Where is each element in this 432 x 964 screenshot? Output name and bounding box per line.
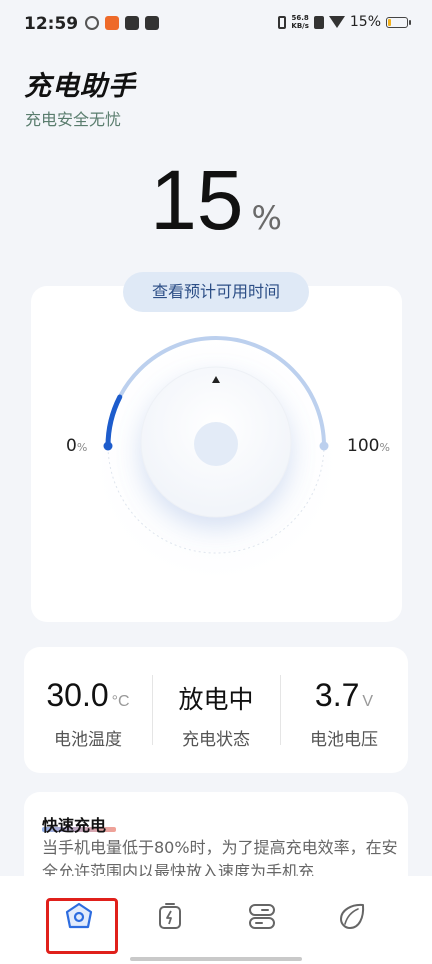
gesture-bar[interactable] <box>130 957 302 961</box>
nav-leaf[interactable] <box>332 896 372 936</box>
mail-icon <box>125 16 139 30</box>
nav-toggle[interactable] <box>242 896 282 936</box>
temperature-value: 30.0 °C <box>46 677 130 713</box>
battery-fill <box>388 18 391 26</box>
charge-icon <box>159 903 181 929</box>
stat-temperature: 30.0 °C 电池温度 <box>24 647 152 773</box>
leaf-icon <box>340 903 365 929</box>
charge-state-value: 放电中 <box>178 685 254 714</box>
sync-icon <box>85 16 99 30</box>
temperature-label: 电池温度 <box>54 730 122 750</box>
toggle-icon <box>249 904 275 929</box>
gauge-center <box>194 422 238 466</box>
page-subtitle: 充电安全无忧 <box>25 110 122 129</box>
gauge-min-label: 0% <box>66 436 88 456</box>
nav-charge[interactable] <box>150 896 190 936</box>
status-right: 56.8 KB/s 15% <box>278 14 411 30</box>
charge-state-label: 充电状态 <box>182 730 250 750</box>
store-icon <box>145 16 159 30</box>
stats-card: 30.0 °C 电池温度 放电中 充电状态 3.7 V 电池电压 <box>24 647 408 773</box>
battery-percent-text: 15% <box>349 14 381 30</box>
wifi-icon <box>328 16 345 28</box>
stat-charge-state: 放电中 充电状态 <box>152 647 280 773</box>
voltage-value: 3.7 V <box>314 677 374 713</box>
battery-percent-unit: % <box>251 199 282 237</box>
app-notification-icon <box>105 16 119 30</box>
gauge-end-dot <box>319 441 329 451</box>
net-speed: 56.8 KB/s <box>291 14 309 30</box>
voltage-label: 电池电压 <box>310 730 378 750</box>
no-sim-icon <box>313 15 324 29</box>
status-bar: 12:59 56.8 KB/s 15% <box>0 0 432 52</box>
battery-icon <box>386 16 411 28</box>
home-tab-highlight <box>46 898 118 954</box>
status-time: 12:59 <box>24 14 79 34</box>
gauge-max-label: 100% <box>347 436 390 456</box>
page-title: 充电助手 <box>24 71 136 102</box>
fast-charge-title: 快速充电 <box>42 816 107 835</box>
predict-time-button[interactable]: 查看预计可用时间 <box>123 272 309 312</box>
battery-percent-display: 15% <box>0 152 432 249</box>
stat-voltage: 3.7 V 电池电压 <box>280 647 408 773</box>
gauge-start-dot <box>103 441 113 451</box>
vibrate-icon <box>278 15 287 29</box>
battery-percent-value: 15 <box>150 153 244 247</box>
